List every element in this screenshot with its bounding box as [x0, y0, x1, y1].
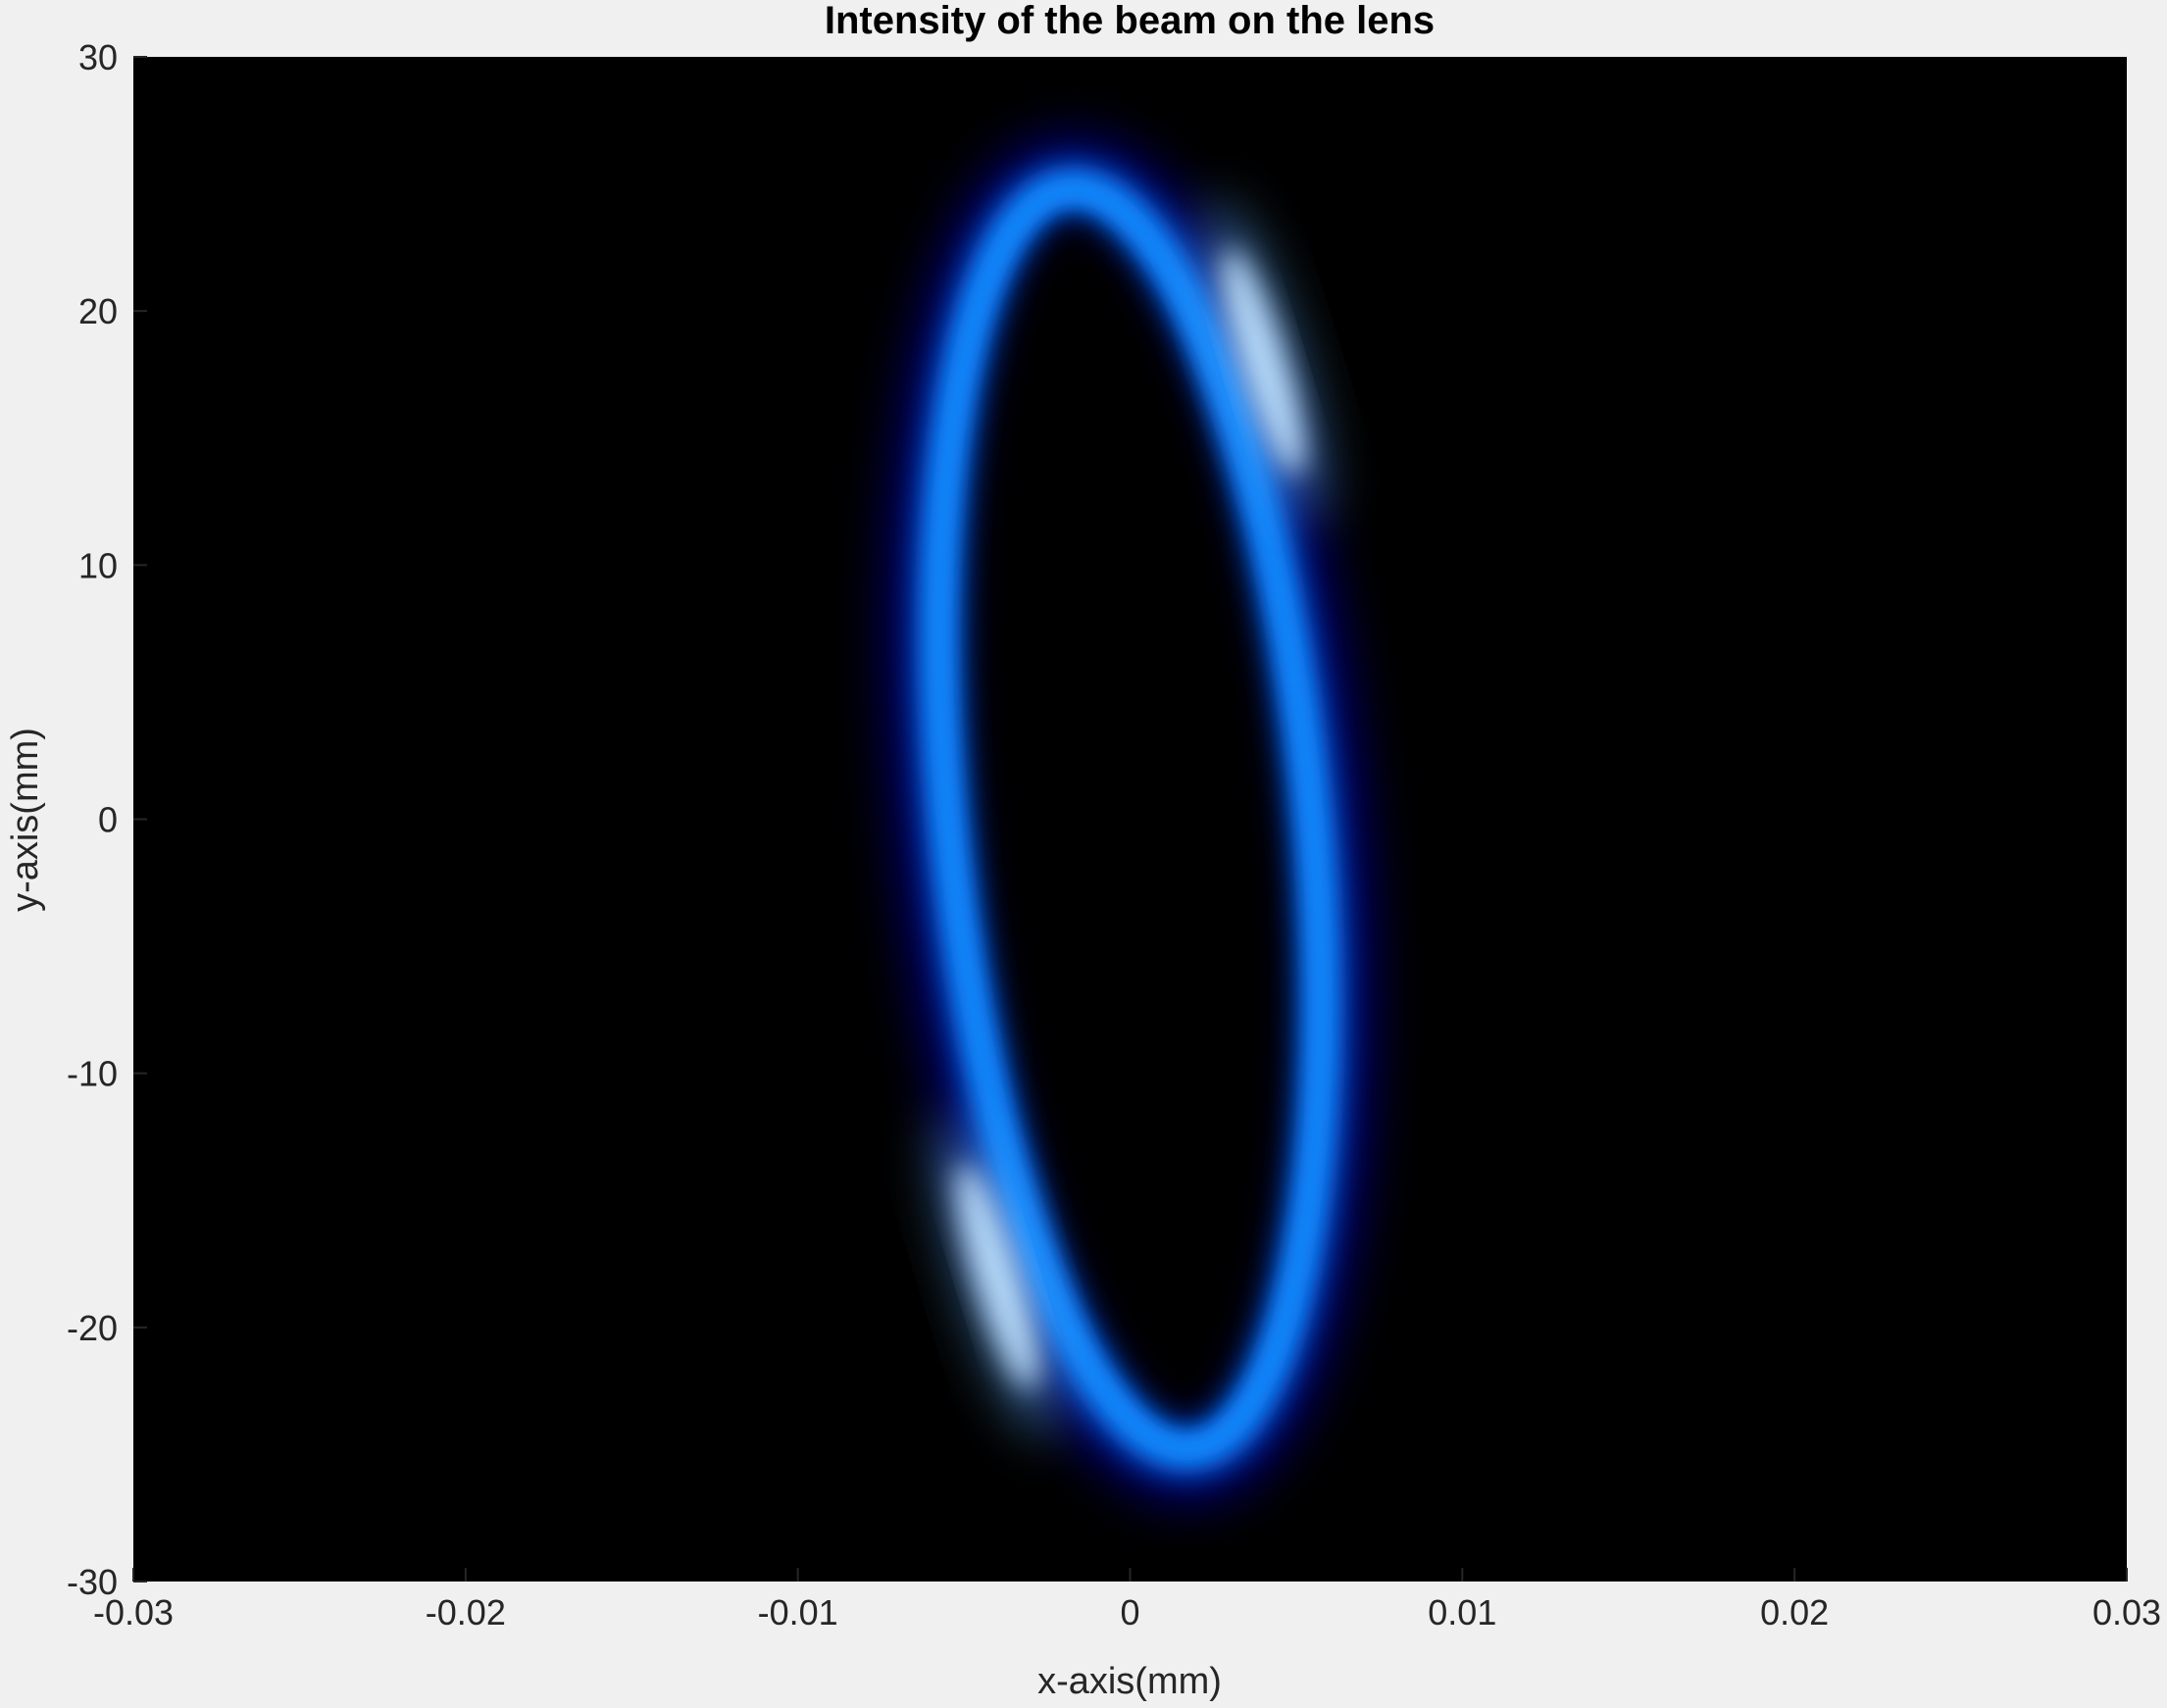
y-tick-label: 20 [78, 291, 118, 331]
x-axis-label: x-axis(mm) [1037, 1661, 1222, 1702]
y-tick-label: -10 [67, 1054, 118, 1094]
plot-area [133, 57, 2127, 1582]
y-tick-label: 10 [78, 545, 118, 585]
x-tick-label: -0.01 [758, 1592, 838, 1633]
x-tick-label: 0.03 [2092, 1592, 2161, 1633]
x-tick-label: 0.02 [1760, 1592, 1829, 1633]
x-tick-label: 0 [1120, 1592, 1139, 1633]
chart-title: Intensity of the beam on the lens [825, 0, 1435, 42]
heatmap-chart: Intensity of the beam on the lens -0.03-… [5, 0, 2161, 1702]
y-tick-label: 0 [98, 800, 118, 840]
y-tick-label: -30 [67, 1562, 118, 1602]
figure: Intensity of the beam on the lens -0.03-… [0, 0, 2167, 1708]
y-axis-label: y-axis(mm) [5, 728, 46, 912]
x-tick-label: -0.02 [426, 1592, 506, 1633]
y-tick-label: -20 [67, 1308, 118, 1348]
y-tick-label: 30 [78, 37, 118, 77]
x-tick-label: 0.01 [1428, 1592, 1496, 1633]
